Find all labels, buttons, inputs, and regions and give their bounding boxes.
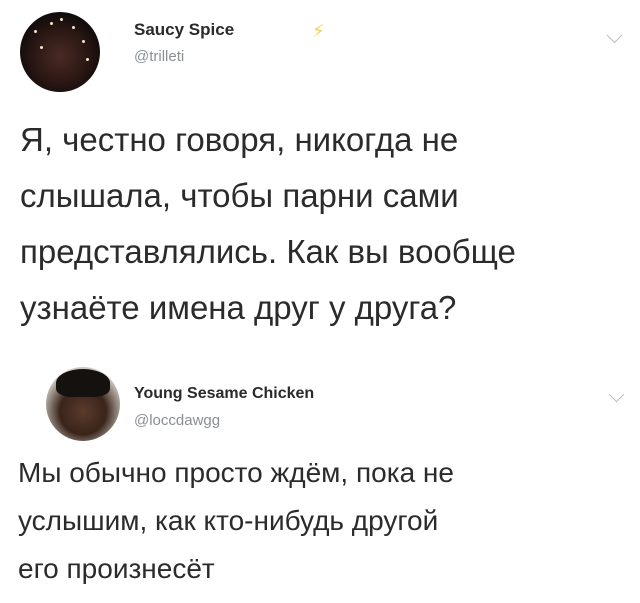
tweet-text-line: Я, честно говоря, никогда не [20, 121, 459, 158]
display-name[interactable]: Young Sesame Chicken [134, 385, 314, 403]
tweet-text-line: слышала, чтобы парни сами [20, 177, 459, 214]
user-handle[interactable]: @loccdawgg [134, 412, 220, 429]
lightning-bolt-icon: ⚡ [312, 21, 325, 41]
display-name[interactable]: Saucy Spice [134, 20, 234, 40]
cap-shape [56, 369, 110, 397]
tweet-text-line: узнаёте имена друг у друга? [20, 289, 457, 326]
user-handle[interactable]: @trilleti [134, 48, 184, 65]
avatar[interactable] [20, 12, 100, 92]
tweet-text-line: его произнесёт [18, 553, 215, 584]
tweet-text-line: услышим, как кто-нибудь другой [18, 505, 439, 536]
chevron-down-icon[interactable] [608, 386, 625, 403]
tweet-text-line: Мы обычно просто ждём, пока не [18, 457, 454, 488]
tweet-text-line: представлялись. Как вы вообще [20, 233, 516, 270]
avatar[interactable] [46, 367, 120, 441]
tweet-text: Я, честно говоря, никогда не слышала, чт… [20, 112, 516, 336]
tweet-reply: Young Sesame Chicken @loccdawgg Мы обычн… [0, 355, 640, 603]
tweet-text: Мы обычно просто ждём, пока не услышим, … [18, 449, 454, 593]
chevron-down-icon[interactable] [606, 27, 623, 44]
tweet-original: Saucy Spice ⚡ @trilleti Я, честно говоря… [0, 0, 640, 345]
